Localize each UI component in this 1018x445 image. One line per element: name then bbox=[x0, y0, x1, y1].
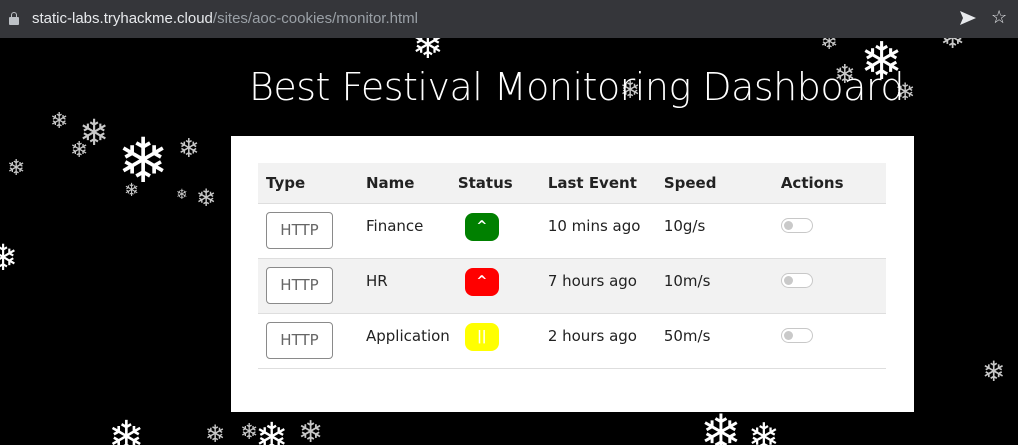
cell-speed: 50m/s bbox=[655, 313, 773, 369]
snowflake-icon: ❄ bbox=[748, 415, 780, 445]
row-name: Finance bbox=[366, 216, 424, 235]
table-row: HTTP Finance ^ 10 mins ago 10g/s bbox=[258, 203, 886, 259]
snowflake-icon: ❄ bbox=[176, 187, 188, 203]
cell-type: HTTP bbox=[258, 313, 358, 369]
snowflake-icon: ❄ bbox=[124, 180, 140, 201]
status-badge: ^ bbox=[464, 267, 499, 296]
snowflake-icon: ❄ bbox=[820, 38, 839, 55]
cell-name: Application bbox=[358, 313, 450, 369]
cell-status: ^ bbox=[449, 203, 540, 259]
row-speed: 50m/s bbox=[663, 326, 711, 345]
snowflake-icon: ❄ bbox=[7, 156, 26, 181]
row-last-event: 10 mins ago bbox=[547, 216, 641, 235]
monitoring-table: Type Name Status Last Event Speed Action… bbox=[258, 163, 886, 369]
action-toggle[interactable] bbox=[780, 272, 813, 288]
snowflake-icon: ❄ bbox=[255, 415, 289, 445]
monitoring-panel: Type Name Status Last Event Speed Action… bbox=[231, 136, 914, 412]
cell-speed: 10m/s bbox=[655, 258, 773, 314]
type-button[interactable]: HTTP bbox=[266, 266, 333, 304]
toggle-knob bbox=[783, 330, 793, 340]
cell-type: HTTP bbox=[258, 258, 358, 314]
cell-last-event: 10 mins ago bbox=[539, 203, 656, 259]
action-toggle[interactable] bbox=[780, 327, 813, 343]
status-badge: ^ bbox=[464, 212, 499, 241]
cell-status: || bbox=[449, 313, 540, 369]
cell-actions bbox=[772, 203, 886, 259]
table-header-row: Type Name Status Last Event Speed Action… bbox=[258, 163, 886, 204]
snowflake-icon: ❄ bbox=[982, 355, 1006, 388]
action-toggle[interactable] bbox=[780, 217, 813, 233]
snowflake-icon: ❄ bbox=[205, 420, 226, 445]
snowflake-icon: ❄ bbox=[940, 38, 966, 56]
toggle-knob bbox=[783, 220, 793, 230]
cell-type: HTTP bbox=[258, 203, 358, 259]
cell-status: ^ bbox=[449, 258, 540, 314]
url-text[interactable]: static-labs.tryhackme.cloud/sites/aoc-co… bbox=[32, 10, 418, 27]
dashboard-stage: ❄ ❄ ❄ ❄ ❄ ❄ ❄ ❄ ❄ ❄ ❄ ❄ ❄ ❄ ❄ ❄ ❄ ❄ ❄ ❄ … bbox=[0, 38, 1018, 445]
lock-icon[interactable] bbox=[9, 12, 19, 25]
header-name: Name bbox=[358, 163, 450, 204]
row-speed: 10g/s bbox=[663, 216, 706, 235]
address-bar[interactable]: static-labs.tryhackme.cloud/sites/aoc-co… bbox=[0, 0, 1018, 38]
cell-name: Finance bbox=[358, 203, 450, 259]
snowflake-icon: ❄ bbox=[50, 109, 69, 134]
snowflake-icon: ❄ bbox=[298, 415, 324, 445]
header-status: Status bbox=[449, 163, 540, 204]
snowflake-icon: ❄ bbox=[70, 138, 89, 163]
toggle-knob bbox=[783, 275, 793, 285]
url-host: static-labs.tryhackme.cloud bbox=[32, 10, 213, 27]
cell-last-event: 2 hours ago bbox=[539, 313, 656, 369]
snowflake-icon: ❄ bbox=[196, 184, 217, 212]
header-type: Type bbox=[258, 163, 358, 204]
header-actions: Actions bbox=[772, 163, 886, 204]
snowflake-icon: ❄ bbox=[108, 412, 145, 445]
table-row: HTTP Application || 2 hours ago 50m/s bbox=[258, 313, 886, 369]
row-name: HR bbox=[366, 271, 388, 290]
cell-last-event: 7 hours ago bbox=[539, 258, 656, 314]
table-row: HTTP HR ^ 7 hours ago 10m/s bbox=[258, 258, 886, 314]
snowflake-icon: ❄ bbox=[700, 404, 742, 445]
row-name: Application bbox=[366, 326, 450, 345]
type-button[interactable]: HTTP bbox=[266, 211, 333, 249]
row-last-event: 2 hours ago bbox=[547, 326, 637, 345]
row-speed: 10m/s bbox=[663, 271, 711, 290]
cell-name: HR bbox=[358, 258, 450, 314]
type-button[interactable]: HTTP bbox=[266, 321, 333, 359]
send-icon[interactable] bbox=[960, 11, 976, 25]
snowflake-icon: ❄ bbox=[0, 238, 19, 279]
cell-actions bbox=[772, 313, 886, 369]
cell-speed: 10g/s bbox=[655, 203, 773, 259]
page-title: Best Festival Monitoring Dashboard bbox=[249, 65, 905, 109]
status-badge: || bbox=[464, 322, 499, 351]
url-path: /sites/aoc-cookies/monitor.html bbox=[212, 10, 418, 27]
row-last-event: 7 hours ago bbox=[547, 271, 637, 290]
cell-actions bbox=[772, 258, 886, 314]
header-speed: Speed bbox=[655, 163, 773, 204]
header-last-event: Last Event bbox=[539, 163, 656, 204]
snowflake-icon: ❄ bbox=[178, 134, 200, 164]
snowflake-icon: ❄ bbox=[412, 38, 444, 67]
star-icon[interactable]: ☆ bbox=[991, 8, 1007, 26]
